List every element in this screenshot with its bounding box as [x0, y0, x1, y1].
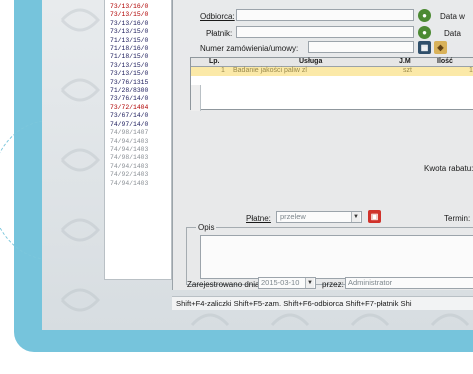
- list-item[interactable]: 71/18/16/0: [110, 45, 170, 53]
- platnik-label: Płatnik:: [206, 29, 233, 38]
- list-item[interactable]: 73/13/16/0: [110, 20, 170, 28]
- chevron-down-icon[interactable]: ▼: [351, 212, 360, 222]
- list-item[interactable]: 71/13/15/0: [110, 37, 170, 45]
- row-usluga: Badanie jakości paliw zl: [233, 67, 307, 74]
- list-item[interactable]: 74/92/1403: [110, 171, 170, 179]
- platne-select[interactable]: przelew ▼: [276, 211, 362, 223]
- platnik-field[interactable]: [236, 26, 414, 38]
- data-w-label: Data w: [440, 12, 465, 21]
- platne-label: Płatne:: [246, 214, 271, 223]
- calendar-icon[interactable]: ▦: [418, 41, 431, 54]
- new-row[interactable]: [191, 76, 473, 85]
- registration-label: Zarejestrowano dnia:: [187, 280, 262, 289]
- list-item[interactable]: 73/13/16/0: [110, 3, 170, 11]
- list-item[interactable]: 74/94/1403: [110, 146, 170, 154]
- list-item[interactable]: 73/13/15/0: [110, 62, 170, 70]
- opis-label: Opis: [196, 223, 217, 232]
- status-bar: Shift+F4-zaliczki Shift+F5-zam. Shift+F6…: [172, 296, 473, 310]
- row-lp: 1: [221, 67, 225, 74]
- delete-icon[interactable]: ▣: [368, 210, 381, 223]
- registered-by-label: przez:: [322, 280, 344, 289]
- list-item[interactable]: 73/13/15/0: [110, 70, 170, 78]
- platne-select-value: przelew: [280, 212, 306, 221]
- list-item[interactable]: 74/94/1403: [110, 180, 170, 188]
- screenshot-frame: 73/13/16/0 73/13/15/0 73/13/16/0 73/13/15/0…: [0, 0, 473, 374]
- list-item[interactable]: 73/13/15/0: [110, 28, 170, 36]
- table-row[interactable]: 1 Badanie jakości paliw zl szt 1: [191, 67, 473, 76]
- services-grid[interactable]: Lp. Usługa J.M Ilość ▶ ✱ 1 Badanie jakoś…: [190, 57, 473, 111]
- opis-textarea[interactable]: [200, 235, 473, 279]
- data-label: Data: [444, 29, 461, 38]
- row-jm: szt: [403, 67, 412, 74]
- kwota-rabatu-label: Kwota rabatu:: [424, 164, 473, 173]
- termin-label: Termin:: [444, 214, 471, 223]
- list-item[interactable]: 73/76/14/0: [110, 95, 170, 103]
- list-item[interactable]: 71/28/8300: [110, 87, 170, 95]
- date-dropdown-icon[interactable]: ▼: [305, 278, 314, 288]
- shortcut-hints: Shift+F4-zaliczki Shift+F5-zam. Shift+F6…: [176, 299, 412, 308]
- document-number-list: 73/13/16/0 73/13/15/0 73/13/16/0 73/13/15/0…: [110, 3, 170, 283]
- numer-zamowienia-label: Numer zamówienia/umowy:: [200, 44, 299, 53]
- registration-date-value: 2015-03-10: [261, 278, 300, 287]
- list-item[interactable]: 74/98/1407: [110, 129, 170, 137]
- registered-by-field: Administrator: [345, 277, 473, 289]
- registered-by-value: Administrator: [348, 278, 393, 287]
- row-ilosc: 1: [469, 67, 473, 74]
- odbiorca-field[interactable]: [236, 9, 414, 21]
- column-jm: J.M: [399, 58, 411, 65]
- list-item[interactable]: 73/13/15/0: [110, 11, 170, 19]
- list-item[interactable]: 73/76/1315: [110, 79, 170, 87]
- list-item[interactable]: 74/94/1403: [110, 138, 170, 146]
- grid-header: Lp. Usługa J.M Ilość: [191, 58, 473, 67]
- list-item[interactable]: 74/97/14/0: [110, 121, 170, 129]
- list-item[interactable]: 73/72/1404: [110, 104, 170, 112]
- column-ilosc: Ilość: [437, 58, 453, 65]
- list-item[interactable]: 71/18/15/0: [110, 53, 170, 61]
- list-item[interactable]: 74/94/1403: [110, 163, 170, 171]
- numer-zamowienia-field[interactable]: [308, 41, 414, 53]
- list-item[interactable]: 74/98/1403: [110, 154, 170, 162]
- odbiorca-select-icon[interactable]: ●: [418, 9, 431, 22]
- registration-date-field[interactable]: 2015-03-10 ▼: [258, 277, 316, 289]
- list-item[interactable]: 73/67/14/0: [110, 112, 170, 120]
- odbiorca-label: Odbiorca:: [200, 12, 235, 21]
- platnik-select-icon[interactable]: ●: [418, 26, 431, 39]
- column-lp: Lp.: [209, 58, 220, 65]
- lookup-icon[interactable]: ◈: [434, 41, 447, 54]
- column-usluga: Usługa: [299, 58, 323, 65]
